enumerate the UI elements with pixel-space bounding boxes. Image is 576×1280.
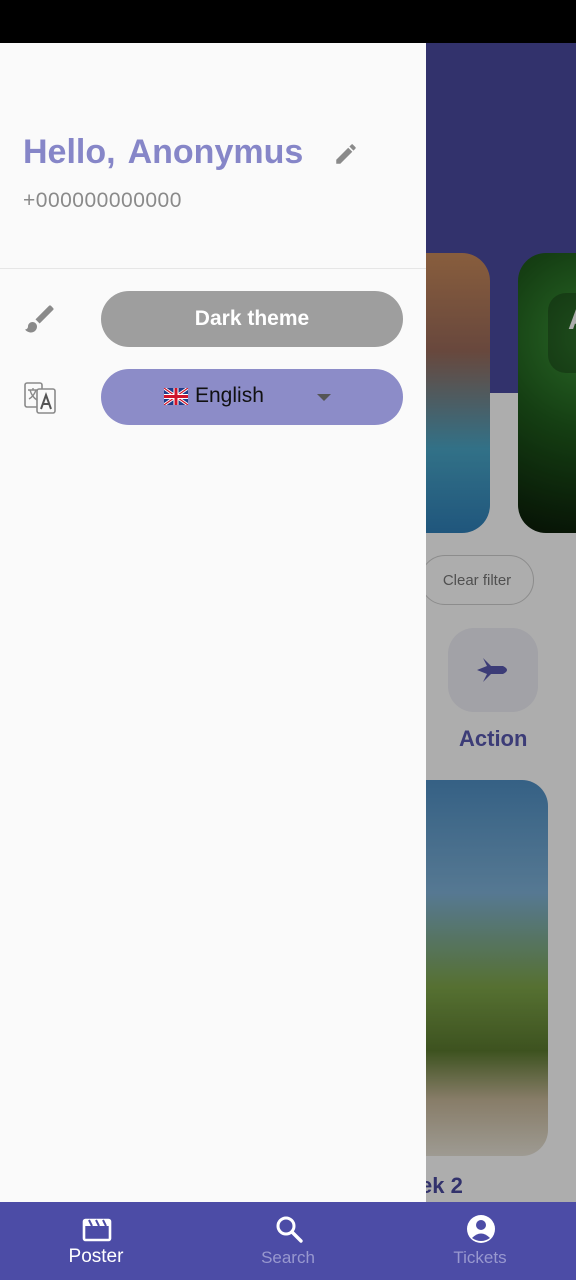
dark-theme-button[interactable]: Dark theme — [101, 291, 403, 347]
greeting: Hello, Anonymus — [23, 133, 303, 172]
translate-icon — [24, 382, 56, 414]
chevron-down-icon — [317, 394, 331, 401]
language-selector[interactable]: English — [101, 369, 403, 425]
nav-label: Tickets — [453, 1248, 507, 1267]
edit-pencil-icon[interactable] — [333, 141, 359, 167]
navigation-drawer: Hello, Anonymus +000000000000 Dark theme … — [0, 43, 426, 1202]
uk-flag-icon — [164, 388, 188, 405]
nav-item-poster[interactable]: Poster — [0, 1202, 192, 1280]
language-label: English — [195, 384, 264, 407]
nav-item-search[interactable]: Search — [192, 1202, 384, 1280]
divider — [0, 268, 426, 269]
status-bar — [0, 0, 576, 43]
nav-item-tickets[interactable]: Tickets — [384, 1202, 576, 1280]
search-icon — [276, 1216, 303, 1243]
greeting-prefix: Hello, — [23, 133, 116, 171]
phone-number: +000000000000 — [23, 189, 182, 212]
user-name: Anonymus — [127, 133, 304, 171]
bottom-navigation: Poster Search Tickets — [0, 1202, 576, 1280]
clapperboard-icon — [82, 1218, 112, 1242]
nav-label: Poster — [68, 1246, 124, 1267]
account-circle-icon — [467, 1215, 495, 1243]
nav-label: Search — [261, 1248, 315, 1267]
brush-icon — [25, 305, 54, 333]
